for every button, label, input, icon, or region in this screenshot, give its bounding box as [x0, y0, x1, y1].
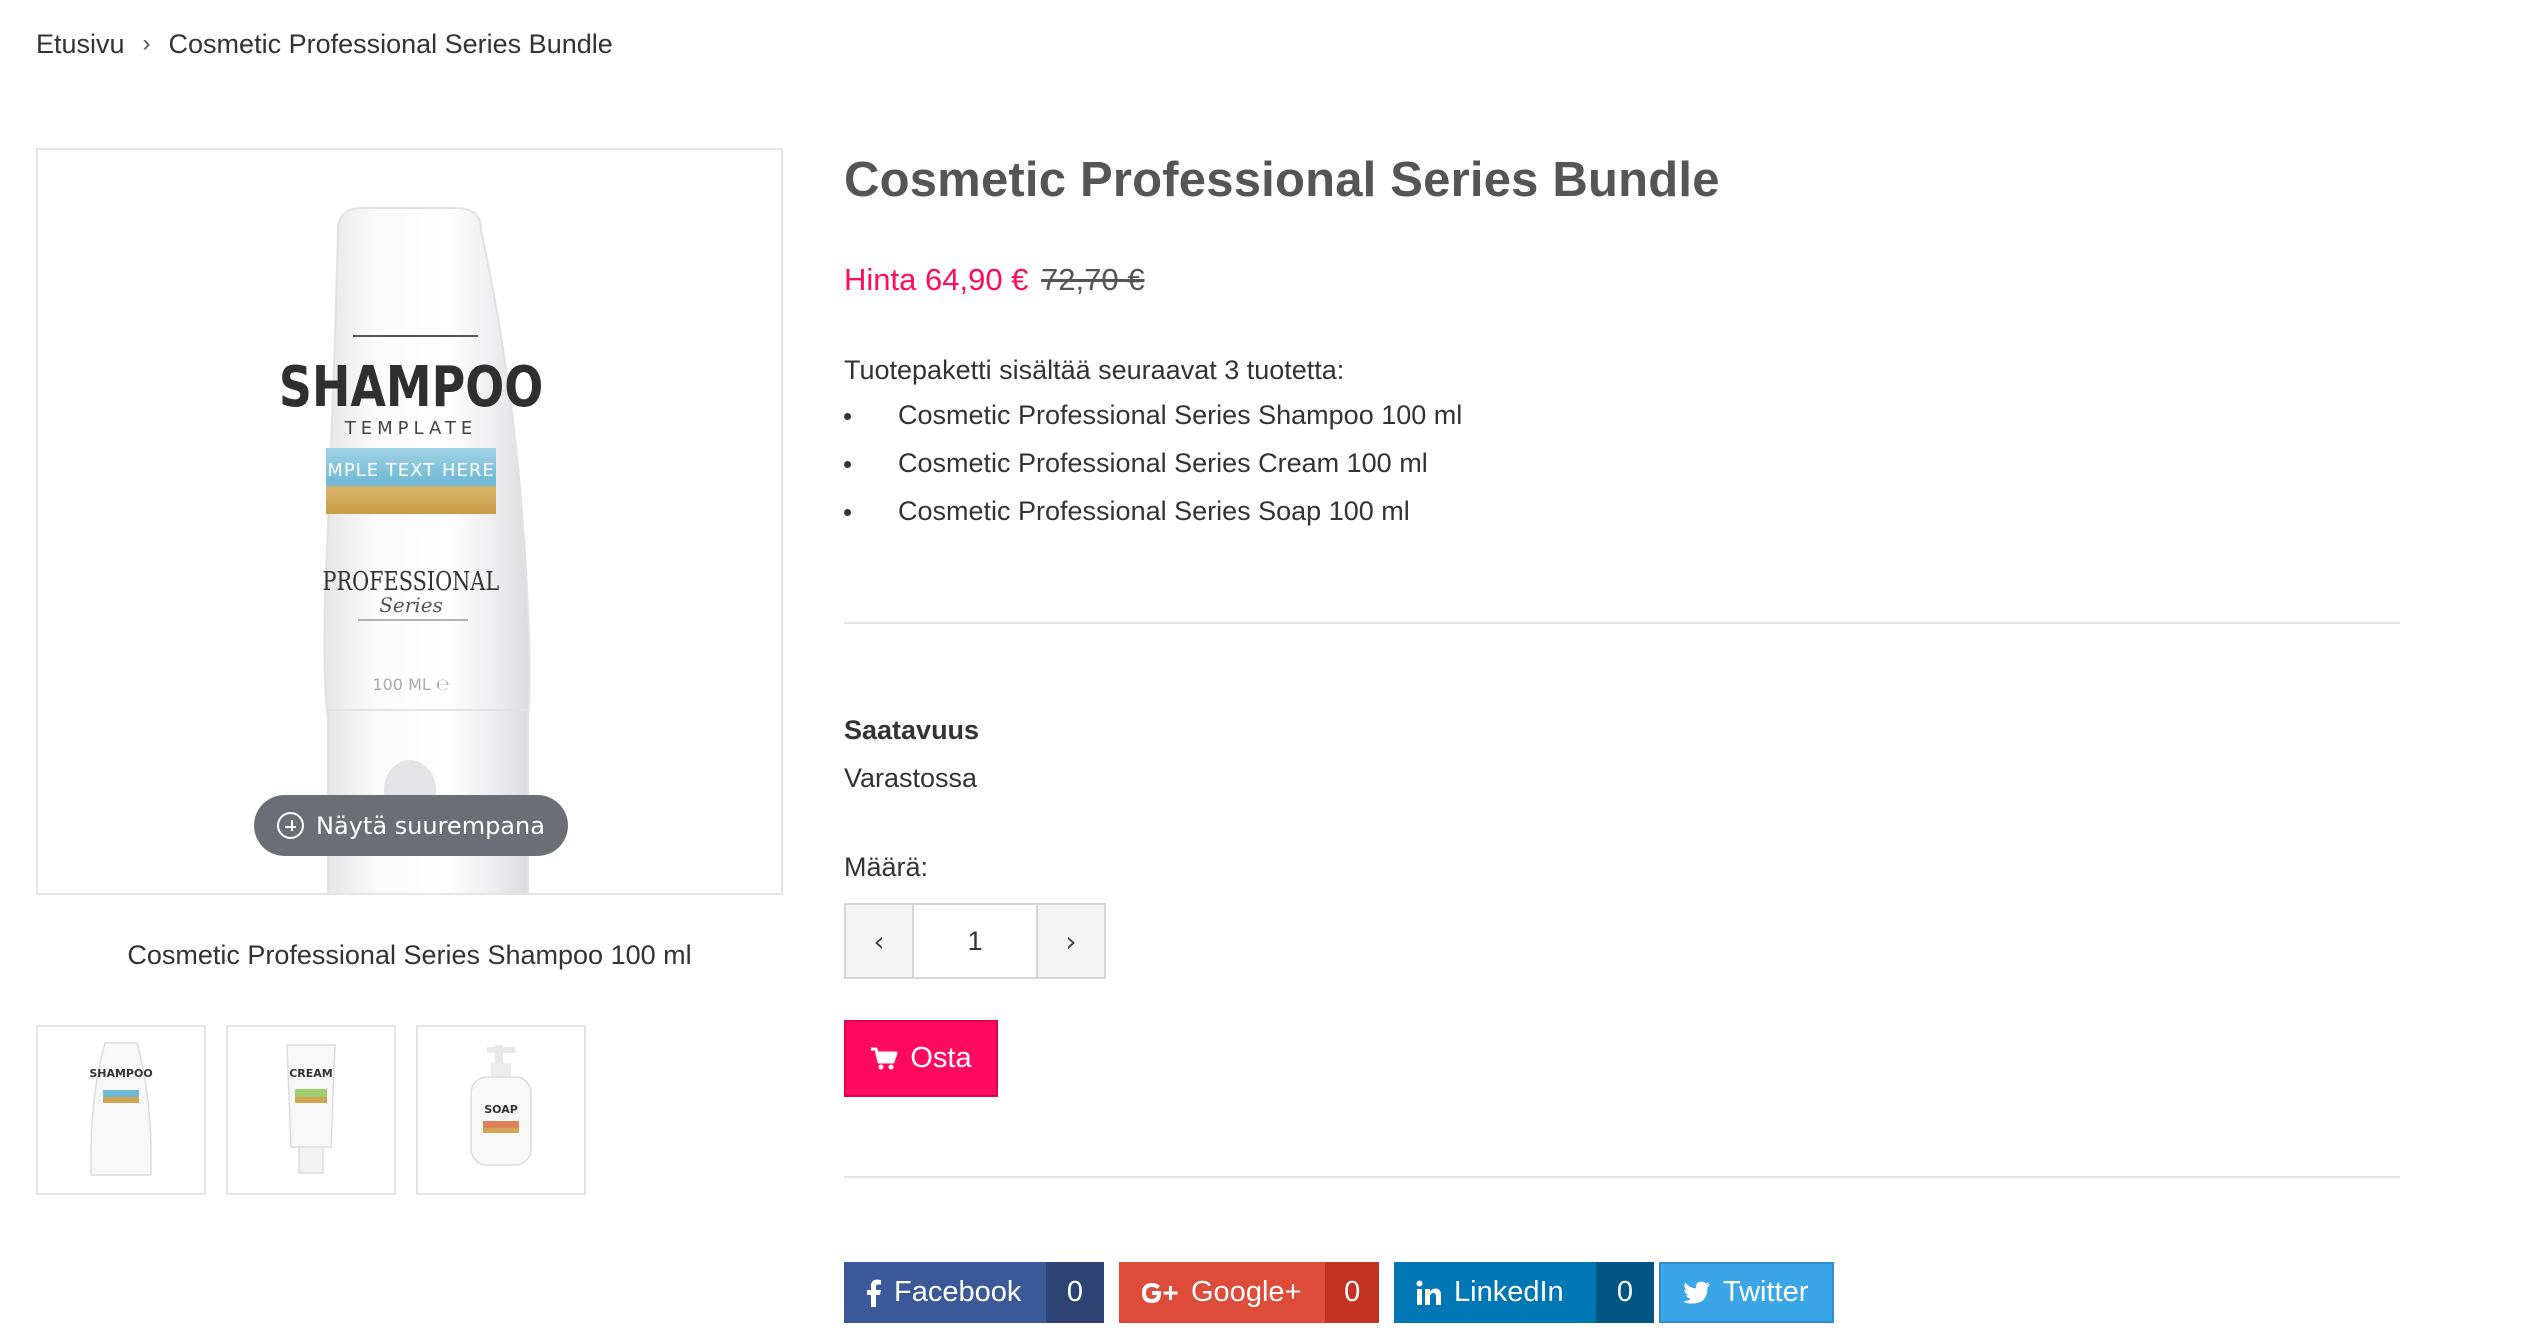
quantity-increase-button[interactable]: ›	[1036, 905, 1104, 977]
quantity-label: Määrä:	[844, 852, 929, 882]
shampoo-thumbnail-image: SHAMPOO	[89, 1042, 153, 1176]
current-price: Hinta 64,90 €	[844, 262, 1029, 297]
svg-text:CREAM: CREAM	[289, 1067, 333, 1080]
linkedin-label: LinkedIn	[1454, 1276, 1564, 1308]
googleplus-share-count: 0	[1325, 1262, 1379, 1323]
bundle-contents-list: Cosmetic Professional Series Shampoo 100…	[844, 400, 1462, 544]
quantity-input[interactable]	[914, 905, 1036, 977]
breadcrumb-home-link[interactable]: Etusivu	[36, 29, 125, 60]
breadcrumb-separator-icon: ›	[142, 30, 151, 57]
list-item: Cosmetic Professional Series Soap 100 ml	[844, 496, 1462, 544]
buy-button[interactable]: Osta	[844, 1020, 998, 1097]
plus-circle-icon	[277, 812, 305, 839]
list-item: Cosmetic Professional Series Shampoo 100…	[844, 400, 1462, 448]
facebook-label: Facebook	[894, 1276, 1022, 1308]
svg-text:Series: Series	[379, 593, 443, 617]
google-plus-icon	[1142, 1282, 1178, 1303]
availability-label: Saatavuus	[844, 715, 980, 745]
availability-value: Varastossa	[844, 763, 978, 793]
divider	[844, 1176, 2400, 1178]
shampoo-bottle-image: SHAMPOO TEMPLATE MPLE TEXT HERE PROFESSI…	[279, 207, 543, 893]
facebook-share-button[interactable]: Facebook 0	[844, 1262, 1104, 1323]
product-title: Cosmetic Professional Series Bundle	[844, 153, 1720, 207]
linkedin-icon	[1416, 1280, 1441, 1305]
soap-thumbnail-image: SOAP	[470, 1045, 532, 1166]
divider	[844, 622, 2400, 624]
product-price: Hinta 64,90 € 72,70 €	[844, 262, 1144, 298]
twitter-icon	[1683, 1281, 1710, 1304]
svg-text:TEMPLATE: TEMPLATE	[344, 418, 477, 439]
facebook-share-count: 0	[1046, 1262, 1104, 1323]
svg-text:SHAMPOO: SHAMPOO	[279, 355, 543, 421]
svg-text:100 ML ℮: 100 ML ℮	[372, 675, 449, 694]
twitter-label: Twitter	[1723, 1276, 1809, 1308]
thumbnail-strip: SHAMPOO CREAM SOAP	[36, 1025, 586, 1195]
thumbnail-shampoo[interactable]: SHAMPOO	[36, 1025, 206, 1195]
zoom-button-label: Näytä suurempana	[316, 811, 545, 840]
quantity-decrease-button[interactable]: ‹	[846, 905, 914, 977]
breadcrumb-current: Cosmetic Professional Series Bundle	[168, 28, 613, 59]
thumbnail-soap[interactable]: SOAP	[416, 1025, 586, 1195]
list-item: Cosmetic Professional Series Cream 100 m…	[844, 448, 1462, 496]
quantity-stepper: ‹ ›	[844, 903, 1106, 979]
linkedin-share-count: 0	[1596, 1262, 1654, 1323]
old-price: 72,70 €	[1041, 262, 1145, 297]
svg-text:SOAP: SOAP	[484, 1103, 518, 1116]
svg-text:SHAMPOO: SHAMPOO	[89, 1067, 152, 1080]
googleplus-label: Google+	[1191, 1276, 1302, 1308]
svg-text:MPLE TEXT HERE: MPLE TEXT HERE	[327, 460, 494, 481]
svg-text:PROFESSIONAL: PROFESSIONAL	[322, 566, 499, 597]
buy-button-label: Osta	[910, 1042, 972, 1074]
image-caption: Cosmetic Professional Series Shampoo 100…	[127, 940, 692, 970]
facebook-icon	[867, 1279, 881, 1307]
twitter-share-button[interactable]: Twitter	[1659, 1262, 1834, 1323]
product-main-image[interactable]: SHAMPOO TEMPLATE MPLE TEXT HERE PROFESSI…	[36, 148, 783, 895]
linkedin-share-button[interactable]: LinkedIn 0	[1394, 1262, 1654, 1323]
cart-icon	[871, 1047, 898, 1069]
bundle-contents-intro: Tuotepaketti sisältää seuraavat 3 tuotet…	[844, 355, 1345, 385]
thumbnail-cream[interactable]: CREAM	[226, 1025, 396, 1195]
breadcrumb: Etusivu › Cosmetic Professional Series B…	[36, 24, 613, 64]
cream-thumbnail-image: CREAM	[286, 1044, 336, 1174]
googleplus-share-button[interactable]: Google+ 0	[1119, 1262, 1379, 1323]
zoom-button[interactable]: Näytä suurempana	[254, 795, 568, 856]
